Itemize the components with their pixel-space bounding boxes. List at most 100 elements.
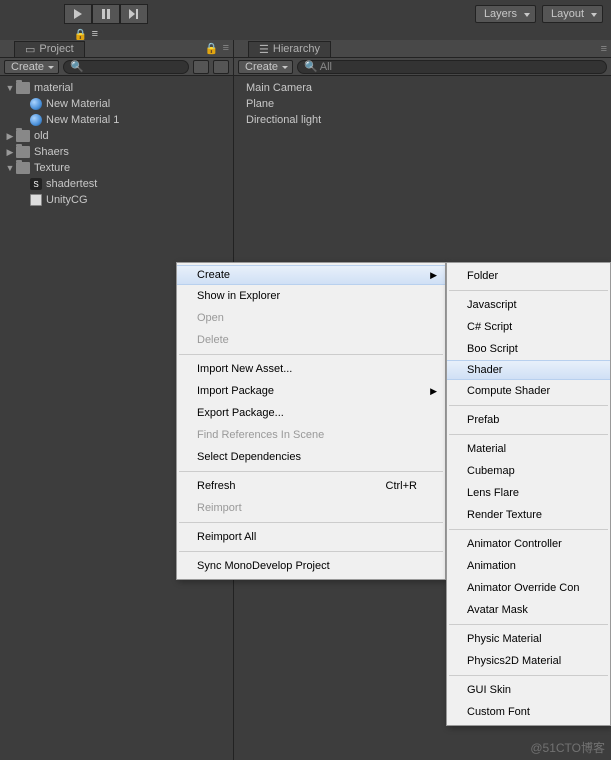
tree-item[interactable]: UnityCG bbox=[0, 192, 233, 208]
menu-item[interactable]: Reimport All bbox=[177, 526, 445, 548]
tree-item-label: UnityCG bbox=[46, 194, 88, 206]
expand-arrow-icon[interactable] bbox=[4, 83, 16, 93]
lock-icon[interactable]: 🔒 bbox=[74, 28, 88, 41]
menu-separator bbox=[449, 529, 608, 530]
menu-separator bbox=[179, 471, 443, 472]
menu-item-label: Material bbox=[467, 443, 506, 455]
menu-item-label: Sync MonoDevelop Project bbox=[197, 560, 330, 572]
project-create-button[interactable]: Create bbox=[4, 60, 59, 74]
menu-item: Open bbox=[177, 307, 445, 329]
context-menu-main[interactable]: CreateShow in ExplorerOpenDeleteImport N… bbox=[176, 262, 446, 580]
expand-arrow-icon[interactable] bbox=[4, 147, 16, 158]
menu-item[interactable]: Create bbox=[177, 265, 445, 285]
menu-separator bbox=[449, 405, 608, 406]
panel-menu-icon[interactable]: ≡ bbox=[92, 28, 98, 40]
menu-item-label: Prefab bbox=[467, 414, 499, 426]
project-tab[interactable]: ▭ Project bbox=[14, 41, 85, 57]
tree-item[interactable]: Texture bbox=[0, 160, 233, 176]
menu-item[interactable]: Material bbox=[447, 438, 610, 460]
layers-dropdown[interactable]: Layers bbox=[475, 5, 536, 23]
pause-button[interactable] bbox=[92, 4, 120, 24]
layout-dropdown[interactable]: Layout bbox=[542, 5, 603, 23]
hierarchy-tab[interactable]: ☰ Hierarchy bbox=[248, 41, 331, 57]
tree-item[interactable]: Shaers bbox=[0, 144, 233, 160]
menu-item[interactable]: Export Package... bbox=[177, 402, 445, 424]
search-icon: 🔍 bbox=[304, 60, 318, 73]
menu-item-label: Custom Font bbox=[467, 706, 530, 718]
tree-item-label: New Material 1 bbox=[46, 114, 119, 126]
panel-menu-icon[interactable]: ≡ bbox=[223, 42, 229, 55]
menu-item[interactable]: Select Dependencies bbox=[177, 446, 445, 468]
menu-item[interactable]: Compute Shader bbox=[447, 380, 610, 402]
menu-item[interactable]: Import Package bbox=[177, 380, 445, 402]
layers-label: Layers bbox=[484, 8, 517, 20]
menu-separator bbox=[179, 522, 443, 523]
menu-item[interactable]: Avatar Mask bbox=[447, 599, 610, 621]
menu-item[interactable]: Javascript bbox=[447, 294, 610, 316]
menu-item-label: Compute Shader bbox=[467, 385, 550, 397]
expand-arrow-icon[interactable] bbox=[4, 163, 16, 173]
menu-item[interactable]: Animator Controller bbox=[447, 533, 610, 555]
tree-item[interactable]: New Material 1 bbox=[0, 112, 233, 128]
tree-item-label: shadertest bbox=[46, 178, 97, 190]
project-search-input[interactable]: 🔍 bbox=[63, 60, 189, 74]
tree-item[interactable]: old bbox=[0, 128, 233, 144]
lock-icon[interactable]: 🔒 bbox=[205, 42, 219, 55]
tree-item[interactable]: Sshadertest bbox=[0, 176, 233, 192]
menu-item[interactable]: Lens Flare bbox=[447, 482, 610, 504]
hierarchy-tab-label: Hierarchy bbox=[273, 43, 320, 55]
hierarchy-item[interactable]: Main Camera bbox=[242, 80, 603, 96]
project-icon: ▭ bbox=[25, 43, 35, 56]
folder-icon bbox=[16, 130, 30, 142]
tree-item-label: Shaers bbox=[34, 146, 69, 158]
filter-button[interactable] bbox=[193, 60, 209, 74]
menu-item[interactable]: GUI Skin bbox=[447, 679, 610, 701]
hierarchy-create-button[interactable]: Create bbox=[238, 60, 293, 74]
menu-item[interactable]: Shader bbox=[447, 360, 610, 380]
menu-item-label: Folder bbox=[467, 270, 498, 282]
menu-item-label: Animator Override Con bbox=[467, 582, 580, 594]
menu-item[interactable]: Cubemap bbox=[447, 460, 610, 482]
menu-item[interactable]: Animator Override Con bbox=[447, 577, 610, 599]
expand-arrow-icon[interactable] bbox=[4, 131, 16, 142]
context-menu-create-submenu[interactable]: Folder Javascript C# ScriptBoo Script Shade… bbox=[446, 262, 611, 726]
menu-item[interactable]: Custom Font bbox=[447, 701, 610, 723]
menu-item-label: Javascript bbox=[467, 299, 517, 311]
menu-item[interactable]: Physics2D Material bbox=[447, 650, 610, 672]
menu-item[interactable]: C# Script bbox=[447, 316, 610, 338]
menu-item-label: Animator Controller bbox=[467, 538, 562, 550]
menu-item-label: Select Dependencies bbox=[197, 451, 301, 463]
menu-separator bbox=[449, 675, 608, 676]
menu-separator bbox=[449, 434, 608, 435]
hierarchy-list: Main CameraPlaneDirectional light bbox=[234, 76, 611, 132]
shader-icon: S bbox=[30, 178, 42, 190]
menu-item-label: Shader bbox=[467, 364, 502, 376]
menu-item[interactable]: Physic Material bbox=[447, 628, 610, 650]
tree-item[interactable]: New Material bbox=[0, 96, 233, 112]
menu-item-label: Find References In Scene bbox=[197, 429, 324, 441]
play-button[interactable] bbox=[64, 4, 92, 24]
menu-item[interactable]: Animation bbox=[447, 555, 610, 577]
menu-item[interactable]: RefreshCtrl+R bbox=[177, 475, 445, 497]
menu-item-label: Lens Flare bbox=[467, 487, 519, 499]
hierarchy-icon: ☰ bbox=[259, 43, 269, 56]
menu-item-label: Render Texture bbox=[467, 509, 542, 521]
menu-separator bbox=[179, 354, 443, 355]
hierarchy-item[interactable]: Plane bbox=[242, 96, 603, 112]
save-search-button[interactable] bbox=[213, 60, 229, 74]
hierarchy-search-input[interactable]: 🔍All bbox=[297, 60, 607, 74]
menu-item[interactable]: Folder bbox=[447, 265, 610, 287]
tree-item-label: Texture bbox=[34, 162, 70, 174]
menu-item[interactable]: Show in Explorer bbox=[177, 285, 445, 307]
search-icon: 🔍 bbox=[70, 60, 84, 73]
hierarchy-item[interactable]: Directional light bbox=[242, 112, 603, 128]
step-button[interactable] bbox=[120, 4, 148, 24]
menu-item[interactable]: Prefab bbox=[447, 409, 610, 431]
panel-menu-icon[interactable]: ≡ bbox=[601, 43, 607, 55]
tree-item[interactable]: material bbox=[0, 80, 233, 96]
tree-item-label: old bbox=[34, 130, 49, 142]
menu-item[interactable]: Sync MonoDevelop Project bbox=[177, 555, 445, 577]
menu-item[interactable]: Render Texture bbox=[447, 504, 610, 526]
menu-item[interactable]: Boo Script bbox=[447, 338, 610, 360]
menu-item[interactable]: Import New Asset... bbox=[177, 358, 445, 380]
